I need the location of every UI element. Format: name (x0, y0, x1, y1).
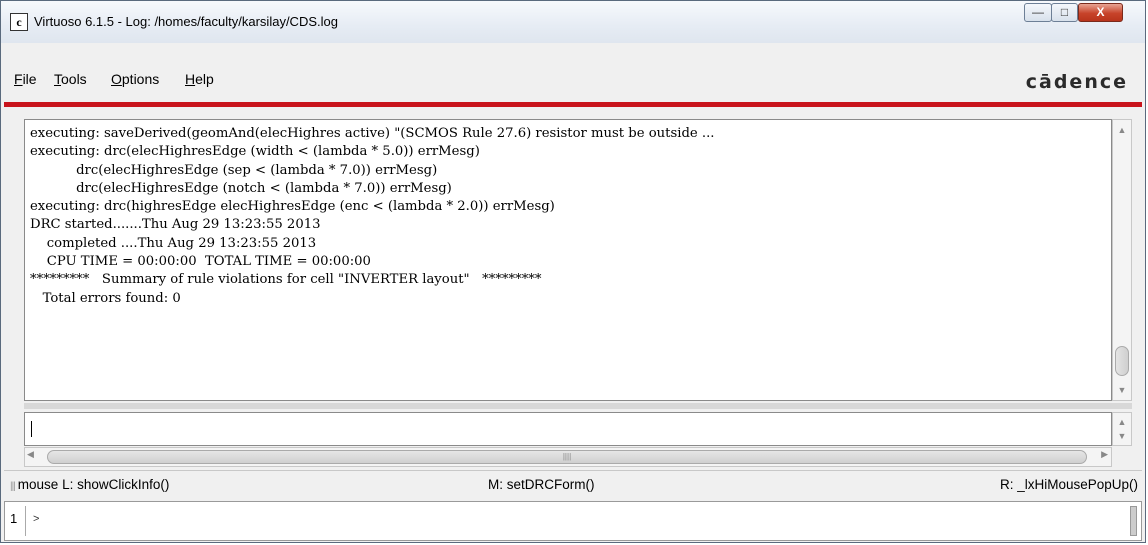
status-mouse-middle: M: setDRCForm() (488, 477, 595, 492)
ciw-command-line[interactable]: 1 > (4, 501, 1142, 541)
title-bar[interactable]: c Virtuoso 6.1.5 - Log: /homes/faculty/k… (1, 1, 1145, 43)
log-line: drc(elecHighresEdge (notch < (lambda * 7… (30, 180, 452, 196)
log-line: executing: drc(highresEdge elecHighresEd… (30, 199, 555, 215)
command-line-scrollbar[interactable] (1130, 506, 1137, 536)
status-mouse-right: R: _lxHiMousePopUp() (999, 477, 1138, 492)
scroll-left-arrow-icon[interactable]: ◀ (27, 449, 34, 460)
horizontal-scroll-thumb[interactable]: |||| (47, 450, 1087, 464)
command-input-area[interactable] (24, 412, 1112, 446)
input-scroll-down-icon[interactable]: ▼ (1114, 428, 1130, 444)
log-output[interactable]: executing: saveDerived(geomAnd(elecHighr… (24, 119, 1112, 401)
maximize-button[interactable]: □ (1051, 3, 1078, 22)
menu-options[interactable]: Options (111, 71, 159, 87)
log-line: Total errors found: 0 (30, 290, 181, 306)
input-vertical-scrollbar[interactable]: ▲ ▼ (1112, 412, 1132, 446)
log-text: executing: saveDerived(geomAnd(elecHighr… (25, 120, 1111, 308)
command-prompt: > (33, 513, 40, 525)
log-line: DRC started.......Thu Aug 29 13:23:55 20… (30, 217, 321, 233)
log-line: executing: drc(elecHighresEdge (width < … (30, 144, 480, 160)
scroll-down-arrow-icon[interactable]: ▼ (1114, 382, 1130, 398)
minimize-button[interactable]: — (1024, 3, 1052, 22)
menu-bar: File Tools Options Help cādence (4, 59, 1142, 99)
cadence-app-icon: c (10, 13, 28, 31)
virtuoso-log-window: c Virtuoso 6.1.5 - Log: /homes/faculty/k… (0, 0, 1146, 543)
status-mouse-left: ||| mouse L: showClickInfo() (10, 477, 170, 492)
input-horizontal-scrollbar[interactable]: ◀ |||| ▶ (24, 447, 1112, 467)
brand-divider (4, 102, 1142, 107)
menu-tools[interactable]: Tools (54, 71, 87, 87)
log-scroll-thumb[interactable] (1115, 346, 1129, 376)
window-title: Virtuoso 6.1.5 - Log: /homes/faculty/kar… (34, 14, 338, 29)
log-line: ********* Summary of rule violations for… (30, 272, 542, 288)
command-number: 1 (10, 511, 18, 526)
menu-file[interactable]: File (14, 71, 37, 87)
menu-help[interactable]: Help (185, 71, 214, 87)
pane-splitter[interactable] (24, 403, 1132, 409)
close-button[interactable]: X (1078, 3, 1123, 22)
log-line: completed ....Thu Aug 29 13:23:55 2013 (30, 235, 317, 251)
log-line: executing: saveDerived(geomAnd(elecHighr… (30, 126, 715, 141)
log-vertical-scrollbar[interactable]: ▲ ▼ (1112, 119, 1132, 401)
mouse-bindings-status-bar: ||| mouse L: showClickInfo() M: setDRCFor… (4, 470, 1142, 498)
scroll-right-arrow-icon[interactable]: ▶ (1101, 449, 1108, 460)
grip-icon: ||| (10, 481, 16, 492)
command-separator (25, 506, 26, 536)
log-line: drc(elecHighresEdge (sep < (lambda * 7.0… (30, 162, 438, 178)
scroll-up-arrow-icon[interactable]: ▲ (1114, 122, 1130, 138)
cadence-logo: cādence (1025, 71, 1128, 93)
text-caret (31, 421, 32, 437)
log-line: CPU TIME = 00:00:00 TOTAL TIME = 00:00:0… (30, 254, 371, 270)
